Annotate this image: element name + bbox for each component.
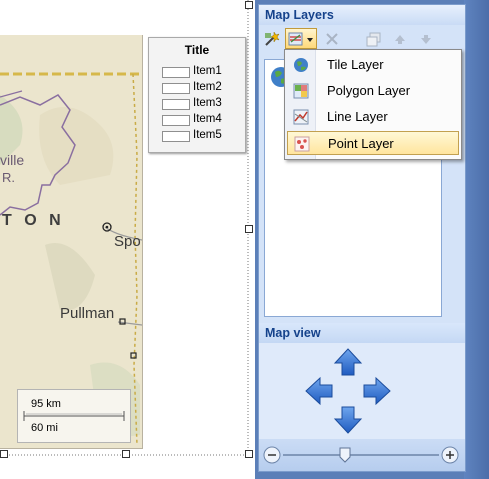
map-view-title: Map view: [259, 323, 465, 343]
move-down-icon: [421, 34, 431, 44]
layer-properties-icon: [366, 32, 381, 46]
line-layer-icon: [293, 109, 309, 125]
menu-item-label: Line Layer: [327, 109, 388, 124]
point-layer-icon: [294, 136, 310, 152]
resize-handle[interactable]: [245, 450, 253, 458]
menu-item-label: Tile Layer: [327, 57, 384, 72]
globe-icon: [294, 58, 308, 72]
delete-layer-button[interactable]: [321, 28, 343, 49]
map-view-pan-area: [259, 343, 465, 439]
move-down-button[interactable]: [415, 28, 437, 49]
menu-item-polygon-layer[interactable]: Polygon Layer: [287, 79, 459, 103]
resize-handle[interactable]: [122, 450, 130, 458]
selection-frame: [0, 0, 250, 456]
move-up-icon: [395, 34, 405, 44]
menu-item-line-layer[interactable]: Line Layer: [287, 105, 459, 129]
map-wizard-button[interactable]: [261, 28, 283, 49]
delete-icon: [326, 32, 338, 45]
pan-right-icon[interactable]: [363, 376, 391, 406]
add-layer-icon: [288, 32, 313, 45]
pan-down-icon[interactable]: [333, 406, 363, 434]
pan-up-icon[interactable]: [333, 348, 363, 376]
move-up-button[interactable]: [389, 28, 411, 49]
polygon-layer-icon: [293, 83, 309, 99]
zoom-slider[interactable]: [263, 445, 461, 465]
menu-item-point-layer[interactable]: Point Layer: [287, 131, 459, 155]
menu-item-label: Point Layer: [328, 136, 394, 151]
layer-properties-button[interactable]: [363, 28, 385, 49]
pan-control: [305, 348, 391, 434]
map-wizard-icon: [265, 30, 280, 46]
map-layers-title: Map Layers: [259, 5, 465, 25]
add-layer-button[interactable]: [285, 28, 317, 49]
zoom-bar: [259, 439, 465, 471]
window-edge: [464, 0, 489, 479]
pan-left-icon[interactable]: [305, 376, 333, 406]
menu-item-tile-layer[interactable]: Tile Layer: [287, 53, 459, 77]
add-layer-menu: Tile Layer Polygon Layer Line Layer Poin…: [284, 49, 462, 160]
resize-handle[interactable]: [245, 225, 253, 233]
resize-handle[interactable]: [245, 1, 253, 9]
zoom-thumb[interactable]: [339, 447, 351, 463]
menu-item-label: Polygon Layer: [327, 83, 411, 98]
resize-handle[interactable]: [0, 450, 8, 458]
